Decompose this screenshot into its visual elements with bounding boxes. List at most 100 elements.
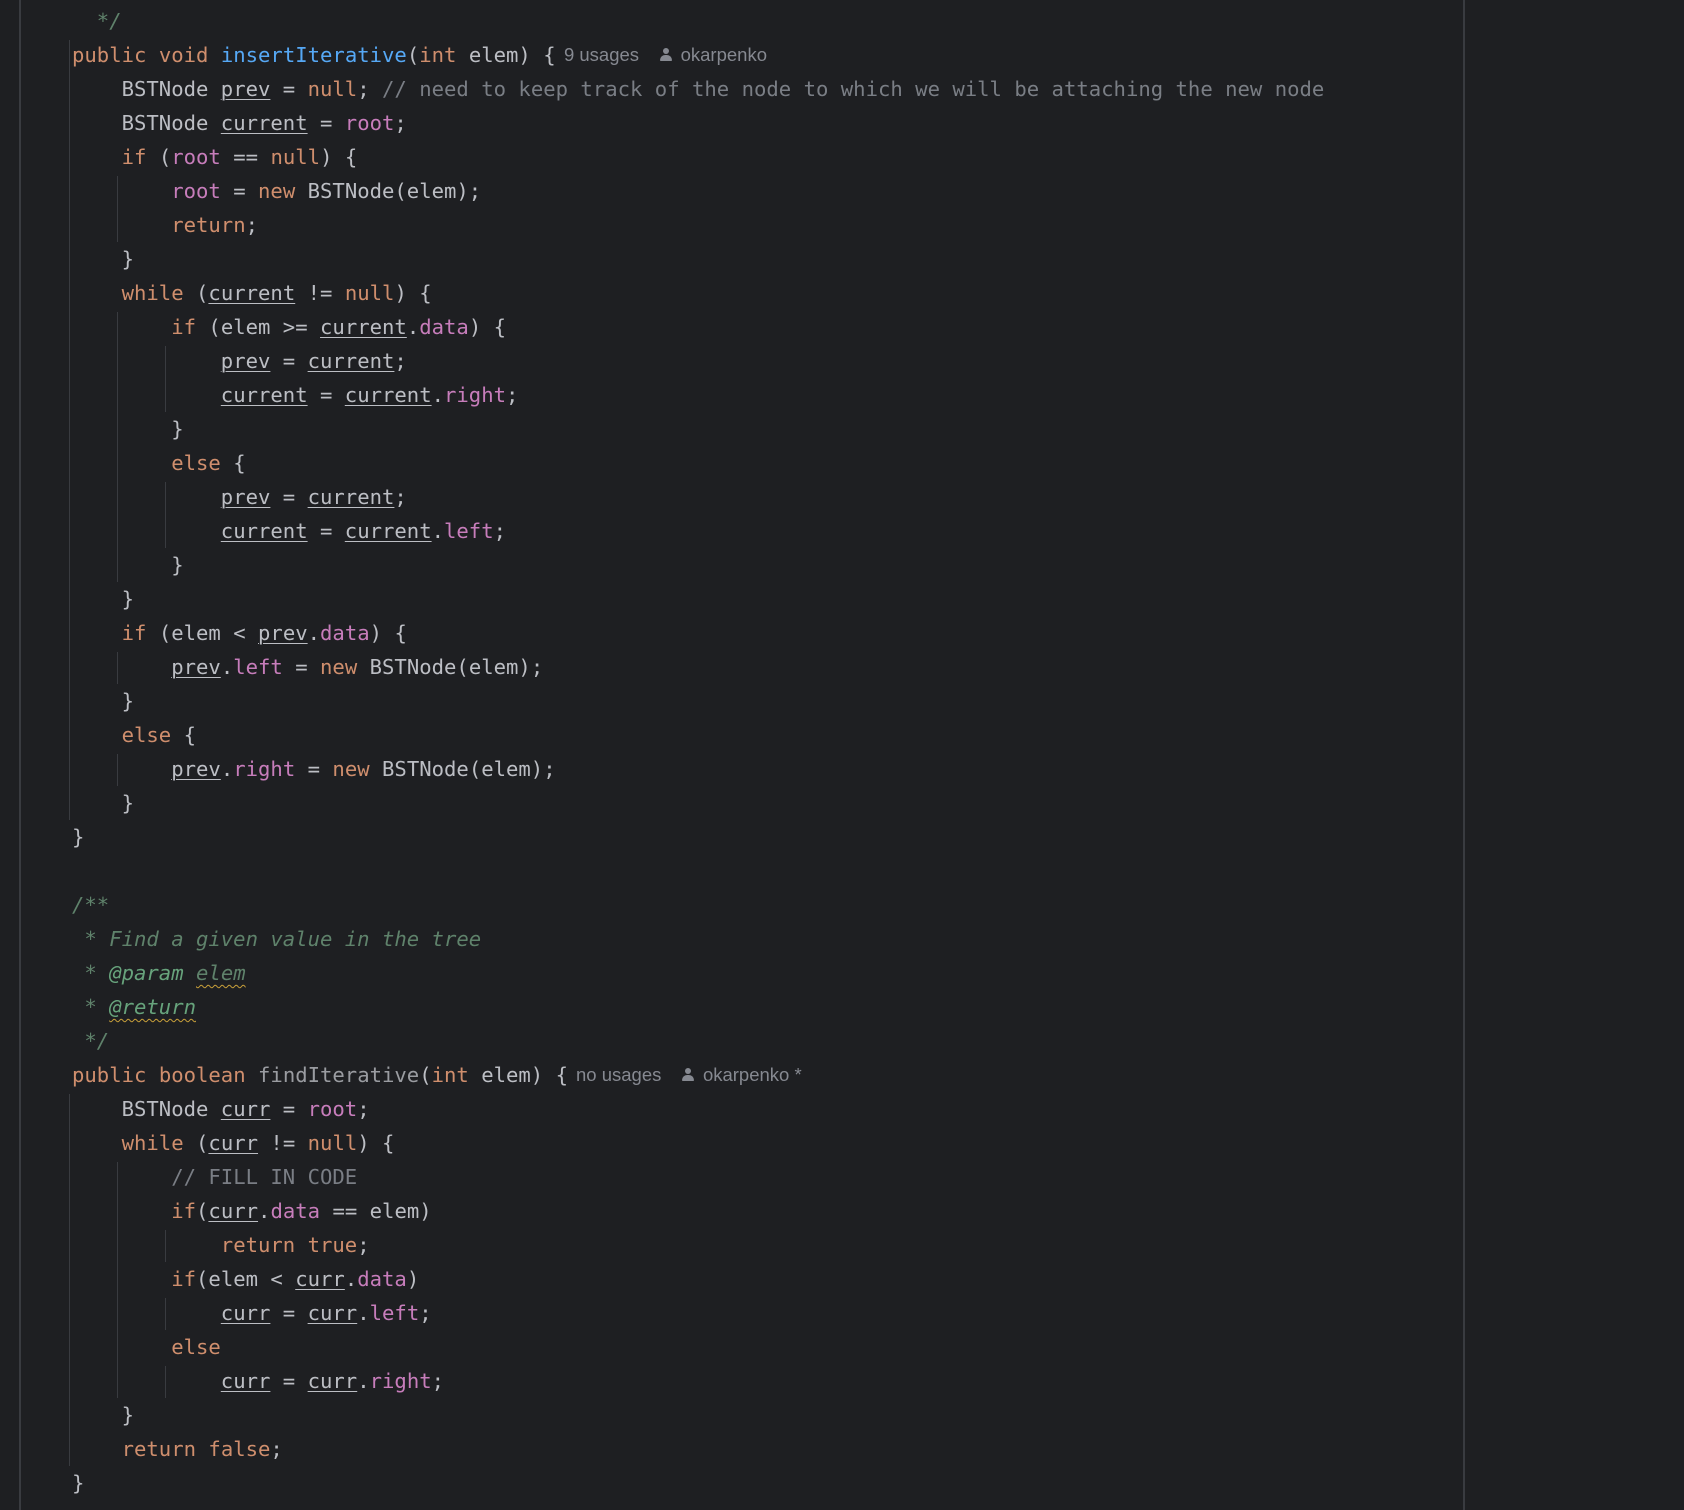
code-line[interactable]: curr = curr.left; — [72, 1296, 432, 1330]
code-line[interactable]: if (root == null) { — [72, 140, 358, 174]
code-line[interactable]: BSTNode curr = root; — [72, 1092, 370, 1126]
code-token: ( — [183, 281, 209, 305]
code-line[interactable]: * Find a given value in the tree — [72, 922, 481, 956]
code-token: } — [72, 689, 134, 713]
code-editor[interactable]: */public void insertIterative(int elem) … — [0, 0, 1684, 1510]
code-line[interactable]: current = current.right; — [72, 378, 519, 412]
variable-ref: current — [320, 315, 407, 339]
code-token: data — [357, 1267, 407, 1291]
code-line[interactable]: } — [72, 786, 134, 820]
code-token: } — [72, 553, 184, 577]
code-line[interactable]: } — [72, 548, 184, 582]
code-token: ; — [493, 519, 507, 543]
code-token: new — [320, 655, 358, 679]
code-line[interactable]: BSTNode current = root; — [72, 106, 407, 140]
code-token: (elem >= — [196, 315, 321, 339]
usages-hint[interactable]: no usages — [576, 1064, 661, 1085]
code-line[interactable]: public boolean findIterative(int elem) { — [72, 1058, 568, 1092]
code-line[interactable]: return false; — [72, 1432, 283, 1466]
code-line[interactable]: while (curr != null) { — [72, 1126, 395, 1160]
code-token: . — [431, 383, 444, 407]
code-token: true — [307, 1233, 358, 1257]
code-line[interactable]: else { — [72, 446, 245, 480]
author-hint[interactable]: okarpenko — [681, 44, 767, 65]
code-line[interactable]: } — [72, 1466, 84, 1500]
code-token: // FILL IN CODE — [171, 1165, 358, 1189]
code-line[interactable]: if(elem < curr.data) — [72, 1262, 419, 1296]
code-token: ; — [270, 1437, 283, 1461]
code-line[interactable]: if (elem < prev.data) { — [72, 616, 407, 650]
code-token: new — [258, 179, 296, 203]
code-token: // need to keep track of the node to whi… — [382, 77, 1325, 101]
code-line[interactable]: } — [72, 242, 134, 276]
code-token: = — [282, 655, 321, 679]
code-line[interactable]: if (elem >= current.data) { — [72, 310, 506, 344]
code-line[interactable]: curr = curr.right; — [72, 1364, 444, 1398]
code-token: } — [72, 587, 134, 611]
hint-gap — [639, 44, 660, 65]
code-line[interactable]: } — [72, 820, 84, 854]
code-line[interactable]: return; — [72, 208, 258, 242]
code-token: if — [121, 145, 147, 169]
code-token: == — [220, 145, 271, 169]
usages-hint[interactable]: 9 usages — [564, 44, 639, 65]
code-line[interactable]: } — [72, 1398, 134, 1432]
code-token: = — [307, 519, 345, 543]
code-line[interactable]: prev.left = new BSTNode(elem); — [72, 650, 543, 684]
code-token: = — [295, 757, 333, 781]
code-line[interactable]: root = new BSTNode(elem); — [72, 174, 481, 208]
code-line[interactable]: prev = current; — [72, 480, 407, 514]
code-line[interactable]: /** — [72, 888, 109, 922]
author-hint[interactable]: okarpenko * — [703, 1064, 802, 1085]
variable-ref: current — [344, 383, 432, 407]
code-line[interactable]: } — [72, 684, 134, 718]
code-line[interactable]: * @param elem — [72, 956, 245, 990]
code-token: * — [72, 995, 110, 1019]
code-token: ; — [394, 349, 407, 373]
code-line[interactable]: */ — [72, 4, 122, 38]
code-token: ; — [431, 1369, 445, 1393]
code-token: * — [72, 961, 110, 985]
code-token: @param — [109, 961, 184, 985]
code-token: ( — [146, 145, 172, 169]
code-line[interactable]: else { — [72, 718, 196, 752]
code-token: . — [220, 757, 234, 781]
code-token: . — [220, 655, 234, 679]
code-line[interactable]: else — [72, 1330, 221, 1364]
code-token: BSTNode(elem); — [357, 655, 544, 679]
variable-ref: prev — [258, 621, 308, 645]
code-line[interactable]: return true; — [72, 1228, 370, 1262]
code-token: null — [270, 145, 321, 169]
code-token: . — [258, 1199, 271, 1223]
code-token: null — [307, 1131, 358, 1155]
variable-ref: prev — [171, 757, 221, 781]
code-line[interactable]: prev.right = new BSTNode(elem); — [72, 752, 555, 786]
code-line[interactable]: // FILL IN CODE — [72, 1160, 357, 1194]
code-line[interactable]: while (current != null) { — [72, 276, 432, 310]
code-token: if — [171, 1199, 197, 1223]
inlay-hint[interactable]: 9 usages okarpenko — [564, 38, 767, 72]
code-line[interactable]: public void insertIterative(int elem) { — [72, 38, 556, 72]
code-token: } — [72, 417, 184, 441]
code-line[interactable]: current = current.left; — [72, 514, 506, 548]
code-line[interactable]: if(curr.data == elem) — [72, 1194, 431, 1228]
code-line[interactable]: * @return — [72, 990, 196, 1024]
code-token: ) { — [320, 145, 358, 169]
code-line[interactable]: prev = current; — [72, 344, 407, 378]
person-icon — [681, 1068, 695, 1082]
code-line[interactable]: BSTNode prev = null; // need to keep tra… — [72, 72, 1325, 106]
code-lines[interactable]: */public void insertIterative(int elem) … — [0, 0, 1684, 1510]
code-line[interactable]: } — [72, 412, 184, 446]
code-line[interactable]: */ — [72, 1024, 109, 1058]
code-token: public — [72, 43, 147, 67]
inlay-hint[interactable]: no usages okarpenko * — [576, 1058, 802, 1092]
code-line[interactable]: } — [72, 582, 134, 616]
code-token: return — [220, 1233, 296, 1257]
